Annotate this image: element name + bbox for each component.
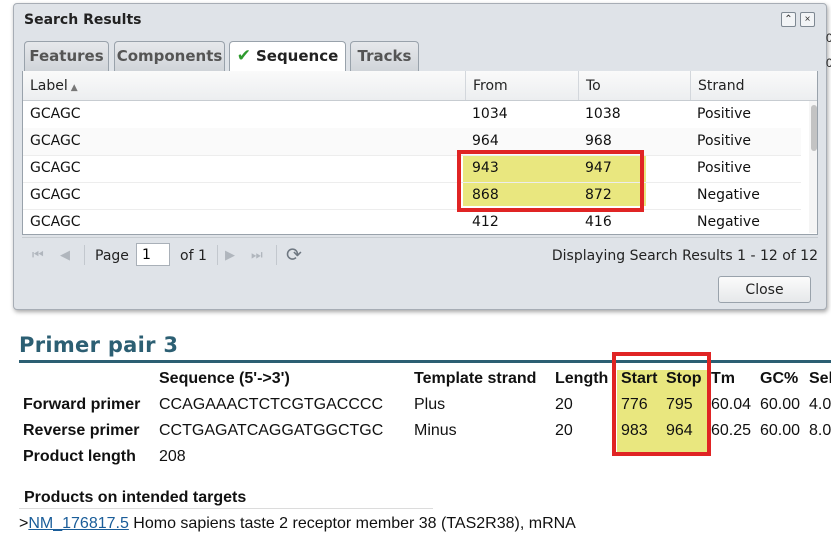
paging-status: Displaying Search Results 1 - 12 of 12: [551, 248, 818, 264]
collapse-icon[interactable]: ⌃: [781, 12, 796, 27]
column-header-to[interactable]: To: [579, 71, 691, 100]
edge-text: 0: [826, 56, 831, 70]
product-entry: >NM_176817.5 Homo sapiens taste 2 recept…: [19, 515, 576, 532]
next-page-icon[interactable]: ▶: [225, 247, 235, 263]
reverse-length: 20: [555, 422, 573, 439]
column-header-label[interactable]: Label ▲: [23, 71, 466, 100]
forward-length: 20: [555, 396, 573, 413]
tab-strip: Features Components ✔ Sequence Tracks: [22, 37, 818, 72]
header-sequence: Sequence (5'->3'): [159, 370, 290, 387]
table-row[interactable]: GCAGC 964 968 Positive: [23, 128, 801, 156]
product-length-label: Product length: [23, 448, 136, 465]
reverse-tm: 60.25: [711, 422, 752, 439]
toolbar-divider: [217, 245, 218, 265]
annotation-box-from-to: [457, 150, 644, 212]
tab-tracks[interactable]: Tracks: [350, 41, 419, 71]
checkmark-icon: ✔: [236, 46, 251, 66]
column-header-strand[interactable]: Strand: [691, 71, 817, 100]
annotation-box-start-stop: [612, 352, 711, 456]
table-row[interactable]: GCAGC 412 416 Negative: [23, 209, 801, 234]
reverse-primer-label: Reverse primer: [23, 422, 140, 439]
results-grid: Label ▲ From To Strand GCAGC 1034 1038 Posit…: [22, 71, 818, 235]
sort-asc-icon: ▲: [70, 83, 78, 93]
header-length: Length: [555, 370, 609, 387]
forward-strand: Plus: [414, 396, 446, 413]
last-page-icon[interactable]: ⏭: [251, 247, 263, 263]
page-number-input[interactable]: [136, 243, 170, 266]
page-label: Page: [95, 248, 129, 264]
close-icon[interactable]: ×: [800, 12, 815, 27]
grid-header: Label ▲ From To Strand: [23, 71, 817, 101]
forward-tm: 60.04: [711, 396, 752, 413]
table-row[interactable]: GCAGC 1034 1038 Positive: [23, 101, 801, 129]
dialog-title: Search Results: [24, 12, 142, 28]
reverse-strand: Minus: [414, 422, 457, 439]
tab-components[interactable]: Components: [114, 41, 225, 71]
forward-primer-label: Forward primer: [23, 396, 141, 413]
reverse-gc: 60.00: [760, 422, 801, 439]
prev-page-icon[interactable]: ◀: [60, 247, 70, 263]
product-description: Homo sapiens taste 2 receptor member 38 …: [128, 515, 576, 532]
column-header-from[interactable]: From: [466, 71, 579, 100]
reverse-self: 8.0: [809, 422, 831, 439]
forward-sequence: CCAGAAACTCTCGTGACCCC: [159, 396, 384, 413]
header-template-strand: Template strand: [414, 370, 537, 387]
products-heading: Products on intended targets: [24, 489, 247, 506]
accession-link[interactable]: NM_176817.5: [28, 515, 129, 532]
page-count-label: of 1: [180, 248, 207, 264]
first-page-icon[interactable]: ⏮: [32, 247, 44, 263]
edge-text: 0: [826, 31, 831, 45]
products-divider: [19, 508, 433, 509]
table-row[interactable]: GCAGC 943 947 Positive: [23, 155, 801, 183]
grid-scrollbar[interactable]: [809, 101, 817, 233]
toolbar-divider: [276, 245, 277, 265]
table-row[interactable]: GCAGC 868 872 Negative: [23, 182, 801, 210]
scrollbar-thumb[interactable]: [811, 105, 817, 151]
forward-self: 4.0: [809, 396, 831, 413]
reverse-sequence: CCTGAGATCAGGATGGCTGC: [159, 422, 384, 439]
tab-sequence[interactable]: ✔ Sequence: [229, 41, 346, 72]
tab-features[interactable]: Features: [24, 41, 109, 71]
header-self: Sel: [809, 370, 831, 387]
product-length-value: 208: [159, 448, 186, 465]
header-gc: GC%: [760, 370, 799, 387]
close-button[interactable]: Close: [718, 276, 811, 303]
header-tm: Tm: [711, 370, 735, 387]
forward-gc: 60.00: [760, 396, 801, 413]
primer-pair-title: Primer pair 3: [19, 333, 179, 357]
toolbar-divider: [84, 245, 85, 265]
paging-toolbar: ⏮ ◀ Page of 1 ▶ ⏭ ⟳ Displaying Search Re…: [22, 237, 818, 271]
refresh-icon[interactable]: ⟳: [286, 244, 302, 267]
search-results-dialog: Search Results ⌃ × Features Components ✔…: [13, 3, 827, 310]
